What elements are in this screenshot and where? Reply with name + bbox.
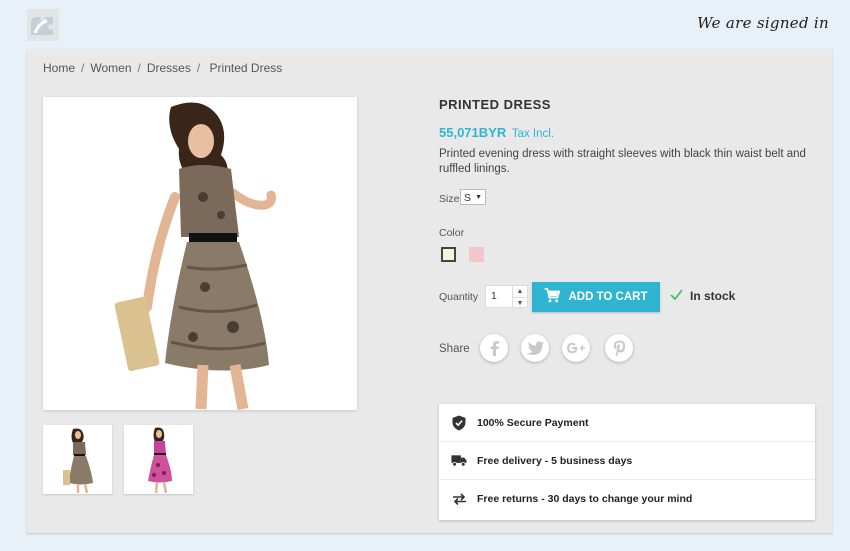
breadcrumb-current: Printed Dress bbox=[209, 61, 283, 75]
share-label: Share bbox=[439, 343, 470, 355]
breadcrumb-home[interactable]: Home bbox=[43, 61, 75, 75]
truck-icon bbox=[451, 453, 467, 469]
shield-icon bbox=[451, 415, 467, 431]
caret-down-icon: ▼ bbox=[475, 194, 482, 201]
tax-label: Tax Incl. bbox=[511, 128, 555, 140]
product-main-image[interactable] bbox=[43, 97, 357, 410]
color-swatch-beige[interactable] bbox=[441, 247, 456, 262]
product-title: PRINTED DRESS bbox=[439, 97, 551, 112]
reassurance-item: 100% Secure Payment bbox=[439, 404, 815, 442]
breadcrumb-women[interactable]: Women bbox=[90, 61, 131, 75]
add-to-cart-button[interactable]: ADD TO CART bbox=[532, 282, 660, 312]
twitter-icon[interactable] bbox=[521, 334, 549, 362]
facebook-icon[interactable] bbox=[480, 334, 508, 362]
reassurance-label: Free delivery - 5 business days bbox=[477, 454, 633, 467]
product-description: Printed evening dress with straight slee… bbox=[439, 148, 806, 175]
quantity-stepper[interactable]: ▲ ▼ bbox=[513, 285, 528, 308]
size-select[interactable]: S ▼ bbox=[460, 189, 486, 205]
product-price: 55,071BYR Tax Incl. bbox=[439, 125, 554, 140]
reassurance-block: 100% Secure Payment Free delivery - 5 bu… bbox=[439, 404, 815, 520]
size-label: Size bbox=[439, 193, 460, 205]
reassurance-item: Free delivery - 5 business days bbox=[439, 442, 815, 480]
color-swatch-pink[interactable] bbox=[469, 247, 484, 262]
product-thumbnail[interactable] bbox=[43, 425, 112, 494]
quantity-input[interactable]: 1 bbox=[485, 285, 513, 308]
stock-status: In stock bbox=[670, 289, 735, 303]
breadcrumb-dresses[interactable]: Dresses bbox=[147, 61, 191, 75]
size-value: S bbox=[464, 192, 472, 204]
reassurance-label: 100% Secure Payment bbox=[477, 416, 589, 429]
signed-in-text: We are signed in bbox=[697, 14, 829, 32]
product-card: Home / Women / Dresses / Printed Dress P… bbox=[27, 49, 832, 533]
product-thumbnail[interactable] bbox=[124, 425, 193, 494]
exchange-icon bbox=[451, 491, 467, 507]
breadcrumb: Home / Women / Dresses / Printed Dress bbox=[43, 61, 283, 75]
stock-label: In stock bbox=[690, 289, 736, 303]
increment-icon[interactable]: ▲ bbox=[513, 286, 527, 298]
store-logo-icon[interactable] bbox=[27, 9, 59, 41]
check-icon bbox=[670, 289, 683, 303]
add-to-cart-label: ADD TO CART bbox=[568, 291, 648, 303]
color-label: Color bbox=[439, 227, 465, 239]
quantity-label: Quantity bbox=[439, 291, 479, 303]
pinterest-icon[interactable] bbox=[605, 334, 633, 362]
reassurance-label: Free returns - 30 days to change your mi… bbox=[477, 493, 693, 505]
price-amount: 55,071BYR bbox=[439, 125, 507, 140]
cart-icon bbox=[544, 288, 561, 306]
googleplus-icon[interactable] bbox=[562, 334, 590, 362]
reassurance-item: Free returns - 30 days to change your mi… bbox=[439, 480, 815, 518]
decrement-icon[interactable]: ▼ bbox=[513, 298, 527, 309]
